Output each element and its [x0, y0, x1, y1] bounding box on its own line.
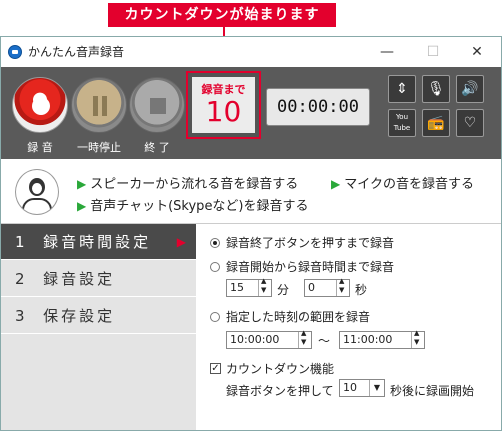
- radio-duration[interactable]: [210, 262, 220, 272]
- title-bar: かんたん音声録音 — ☐ ✕: [1, 37, 501, 67]
- play-arrow-icon: ▶: [77, 177, 87, 191]
- play-arrow-icon: ▶: [77, 199, 87, 213]
- countdown-display: 録音まで 10: [186, 71, 261, 139]
- minutes-stepper[interactable]: 15: [226, 277, 272, 297]
- minimize-button[interactable]: —: [367, 41, 407, 63]
- sidebar-item-save-settings[interactable]: 3 保存設定: [1, 298, 196, 334]
- countdown-callout: カウントダウンが始まります: [108, 3, 336, 27]
- maximize-button[interactable]: ☐: [413, 41, 453, 63]
- close-button[interactable]: ✕: [457, 41, 497, 63]
- speaker-icon[interactable]: 🔊: [456, 75, 484, 103]
- time-from-stepper[interactable]: 10:00:00: [226, 329, 312, 349]
- microphone-icon[interactable]: 🎙: [422, 75, 450, 103]
- operator-avatar: [15, 169, 59, 215]
- opt-time-range-label: 指定した時刻の範囲を録音: [226, 310, 371, 324]
- toolbar: 録 音 一時停止 終 了 録音まで 10 00:00:00 ⇕ 🎙 🔊 You …: [1, 67, 501, 159]
- settings-sidebar: 1 録音時間設定 ▶ 2 録音設定 3 保存設定: [1, 224, 196, 430]
- app-icon: [8, 45, 22, 59]
- time-range-tilde: 〜: [318, 334, 331, 348]
- opt-duration-label: 録音開始から録音時間まで録音: [226, 260, 395, 274]
- pause-label: 一時停止: [77, 141, 121, 154]
- stop-label: 終 了: [144, 141, 170, 154]
- window-icon[interactable]: ⇕: [388, 75, 416, 103]
- pause-icon: [93, 96, 107, 116]
- countdown-check-label: カウントダウン機能: [226, 362, 335, 376]
- record-icon: [32, 97, 50, 115]
- countdown-checkbox[interactable]: ✓: [210, 363, 221, 374]
- seconds-unit: 秒: [355, 283, 368, 297]
- countdown-suffix: 秒後に録画開始: [390, 384, 475, 398]
- countdown-value: 10: [205, 95, 242, 128]
- radio-until-stop[interactable]: [210, 238, 220, 248]
- source-chat-option[interactable]: ▶ 音声チャット(Skypeなど)を録音する: [77, 195, 309, 214]
- app-window: かんたん音声録音 — ☐ ✕ 録 音 一時停止 終 了 録音まで 10 00:0…: [0, 36, 502, 431]
- countdown-seconds-select[interactable]: 10 ▼: [339, 379, 385, 397]
- play-arrow-icon: ▶: [331, 177, 341, 191]
- settings-panel: 録音終了ボタンを押すまで録音 録音開始から録音時間まで録音 15 分 0 秒 指…: [196, 224, 501, 430]
- source-mic-option[interactable]: ▶ マイクの音を録音する: [331, 173, 474, 192]
- elapsed-timer: 00:00:00: [266, 88, 370, 126]
- chevron-right-icon: ▶: [176, 235, 186, 249]
- source-speaker-option[interactable]: ▶ スピーカーから流れる音を録音する: [77, 173, 298, 192]
- sidebar-item-recording-settings[interactable]: 2 録音設定: [1, 261, 196, 297]
- stop-icon: [150, 98, 166, 114]
- heart-icon[interactable]: ♡: [456, 109, 484, 137]
- record-label: 録 音: [27, 141, 53, 154]
- chevron-down-icon: ▼: [369, 380, 384, 396]
- countdown-prefix: 録音ボタンを押して: [226, 384, 334, 398]
- window-title: かんたん音声録音: [28, 45, 125, 59]
- seconds-stepper[interactable]: 0: [304, 277, 350, 297]
- youtube-icon[interactable]: You Tube: [388, 109, 416, 137]
- radio-icon[interactable]: 📻: [422, 109, 450, 137]
- record-button[interactable]: [12, 77, 68, 133]
- radio-time-range[interactable]: [210, 312, 220, 322]
- minutes-unit: 分: [277, 283, 290, 297]
- source-bar: ▶ スピーカーから流れる音を録音する ▶ マイクの音を録音する ▶ 音声チャット(Sk…: [1, 159, 501, 224]
- pause-button[interactable]: [71, 77, 127, 133]
- time-to-stepper[interactable]: 11:00:00: [339, 329, 425, 349]
- opt-until-stop-label: 録音終了ボタンを押すまで録音: [226, 236, 395, 250]
- stop-button[interactable]: [129, 77, 185, 133]
- sidebar-item-recording-time[interactable]: 1 録音時間設定 ▶: [1, 224, 196, 260]
